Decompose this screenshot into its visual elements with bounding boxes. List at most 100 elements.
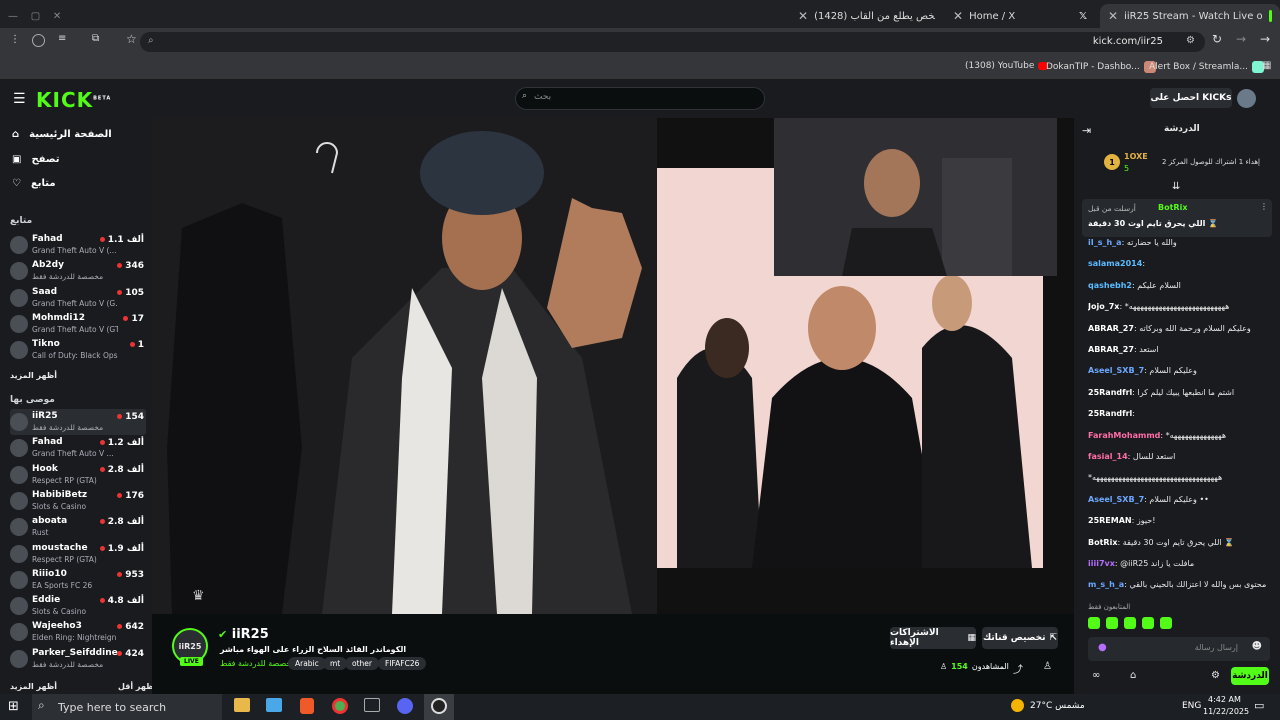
search-input[interactable]: ⌕ بحث — [515, 87, 765, 110]
extensions-icon[interactable]: ⧉ — [92, 33, 99, 44]
forward-icon[interactable]: → — [1236, 32, 1246, 46]
tag-fifafc26[interactable]: FIFAFC26 — [378, 657, 427, 670]
chat-username[interactable]: Jojo_7x — [1088, 302, 1119, 311]
user-avatar[interactable] — [1237, 89, 1256, 108]
chat-username[interactable]: Aseel_SXB_7 — [1088, 366, 1144, 375]
pinned-message[interactable]: أرسلت من قبل BotRix اللي يحرق تايم اوت 3… — [1082, 199, 1272, 237]
tab-x[interactable]: ✕ Home / X 𝕏 — [945, 4, 1095, 28]
nav-browse[interactable]: ▣ تصفح — [12, 154, 59, 165]
chat-message[interactable]: *ههههههههههههههههههههههههههههههههههه — [1088, 473, 1268, 482]
chevron-down-icon[interactable]: ⇊ — [1172, 181, 1180, 192]
menu-icon[interactable]: ⋮ — [10, 34, 20, 45]
kick-logo[interactable]: KICKBETA — [36, 88, 111, 112]
clock-time[interactable]: 4:42 AM — [1208, 695, 1241, 704]
show-more-following[interactable]: أظهر المزيد — [10, 371, 57, 380]
weather-text[interactable]: 27°C مشمس — [1030, 701, 1085, 711]
sidebar-channel-moustache[interactable]: moustache Respect RP (GTA) 1.9 ألف — [10, 541, 146, 567]
profile-icon[interactable] — [32, 34, 45, 47]
sidebar-channel-fahad[interactable]: Fahad Grand Theft Auto V (... 1.1 ألف — [10, 232, 146, 258]
chat-username[interactable]: BotRix — [1088, 538, 1117, 547]
file-explorer-icon[interactable] — [234, 698, 250, 712]
close-icon[interactable]: ✕ — [953, 9, 963, 23]
show-less-recommended[interactable]: أظهر أقل — [118, 682, 156, 691]
tag-arabic[interactable]: Arabic — [288, 657, 326, 670]
emote-bar[interactable] — [1088, 617, 1268, 633]
chat-username[interactable]: m_s_h_a — [1088, 580, 1124, 589]
settings-icon[interactable]: ⚙ — [1211, 670, 1220, 681]
chat-message[interactable]: ABRAR_27: استعد — [1088, 345, 1268, 354]
emote-icon[interactable] — [1088, 617, 1100, 629]
stream-category[interactable]: مخصصة للدردشة فقط — [220, 659, 296, 668]
sidebar-channel-eddie[interactable]: Eddie Slots & Casino 4.8 ألف — [10, 593, 146, 619]
sidebar-channel-riiio10[interactable]: Riiio10 EA Sports FC 26 953 — [10, 567, 146, 593]
sidebar-channel-ab2dy[interactable]: Ab2dy مخصصة للدردشة فقط 346 — [10, 258, 146, 284]
chat-username[interactable]: qashebh2 — [1088, 281, 1132, 290]
channel-name[interactable]: ✔ iiR25 — [218, 627, 269, 642]
site-settings-icon[interactable]: ⚙ — [1186, 35, 1195, 46]
chat-username[interactable]: 25Randfrl — [1088, 388, 1132, 397]
chat-send-button[interactable]: الدردشة — [1231, 667, 1269, 685]
reload-icon[interactable]: ↻ — [1212, 32, 1222, 46]
chat-message[interactable]: iI_s_h_a: والله يا حضارته — [1088, 238, 1268, 247]
bookmark-alertbox[interactable]: Alert Box / Streamla... — [1149, 61, 1264, 73]
chrome-icon[interactable] — [332, 698, 348, 714]
follow-icon[interactable]: ♙ — [1043, 661, 1052, 672]
chat-input[interactable]: إرسال رسالة ☻ ● — [1088, 637, 1270, 661]
chat-username[interactable]: iiii7vx — [1088, 559, 1115, 568]
store-icon[interactable] — [266, 698, 282, 712]
chat-message[interactable]: salama2014: — [1088, 259, 1268, 268]
chat-username[interactable]: fasial_14 — [1088, 452, 1128, 461]
video-player[interactable]: ♛ — [152, 118, 1074, 614]
all-bookmarks-icon[interactable]: ▦ — [1262, 60, 1271, 71]
back-icon[interactable]: → — [1260, 32, 1270, 46]
sidebar-channel-mohmdi12[interactable]: Mohmdi12 Grand Theft Auto V (GTA) 17 — [10, 311, 146, 337]
share-icon[interactable]: ⤴ — [1013, 661, 1023, 676]
nav-following[interactable]: ♡ متابع — [12, 178, 56, 189]
chat-username[interactable]: iI_s_h_a — [1088, 238, 1122, 247]
link-icon[interactable]: ∞ — [1092, 670, 1100, 681]
tag-mt[interactable]: mt — [323, 657, 348, 670]
chat-message[interactable]: Jojo_7x: *ههههههههههههههههههههههههههه — [1088, 302, 1268, 311]
emote-icon[interactable] — [1124, 617, 1136, 629]
close-icon[interactable]: ✕ — [1108, 9, 1118, 23]
bookmark-star-icon[interactable]: ☆ — [126, 32, 137, 46]
chat-username[interactable]: FarahMohammd — [1088, 431, 1160, 440]
close-icon[interactable]: ✕ — [798, 9, 808, 23]
notifications-icon[interactable]: ▭ — [1254, 699, 1264, 712]
chat-message[interactable]: Aseel_SXB_7: وعليكم السلام •• — [1088, 495, 1268, 504]
chat-username[interactable]: ABRAR_27 — [1088, 324, 1134, 333]
tab-youtube[interactable]: ✕ (1428) اخر شخص يطلع من القاب... — [790, 4, 935, 28]
bookmark-dokantip[interactable]: DokanTIP - Dashbo... — [1046, 61, 1156, 73]
tab-kick[interactable]: ✕ iiR25 Stream - Watch Live o — [1100, 4, 1280, 28]
emote-icon[interactable] — [1160, 617, 1172, 629]
language-indicator[interactable]: ENG — [1182, 701, 1201, 711]
collapse-chat-icon[interactable]: ⇥ — [1082, 124, 1091, 137]
sidebar-channel-fahad[interactable]: Fahad Grand Theft Auto V ... 1.2 ألف — [10, 435, 146, 461]
sidebar-channel-wajeeho3[interactable]: Wajeeho3 Elden Ring: Nightreign 642 — [10, 619, 146, 645]
start-icon[interactable]: ⊞ — [8, 699, 19, 714]
chat-message[interactable]: fasial_14: استعد للسال — [1088, 452, 1268, 461]
brave-icon[interactable] — [300, 698, 314, 714]
customize-channel-button[interactable]: تخصيص قناتك ⇱ — [982, 627, 1058, 649]
chat-message[interactable]: FarahMohammd: *ههههههههههههههه — [1088, 431, 1268, 440]
chat-message[interactable]: BotRix: اللي يحرق تايم اوت 30 دقيقة ⌛ — [1088, 538, 1268, 547]
gift-subs-button[interactable]: الاشتراكات الإهداء ▦ — [890, 627, 976, 649]
hamburger-icon[interactable]: ☰ — [13, 91, 26, 107]
top-kicks-name[interactable]: 1OXE — [1124, 152, 1148, 161]
app-icon[interactable] — [364, 698, 380, 712]
chat-message[interactable]: 25REMAN: حيوز! — [1088, 516, 1268, 525]
chat-username[interactable]: 25Randfrl — [1088, 409, 1132, 418]
chat-message[interactable]: Aseel_SXB_7: وعليكم السلام — [1088, 366, 1268, 375]
chat-username[interactable]: ABRAR_27 — [1088, 345, 1134, 354]
bookmark-youtube[interactable]: (1308) YouTube — [965, 61, 1049, 71]
sidebar-channel-parker_seifddine[interactable]: Parker_Seifddine مخصصة للدردشة فقط 424 — [10, 646, 146, 672]
chat-username[interactable]: 25REMAN — [1088, 516, 1132, 525]
mic-icon[interactable]: ● — [1098, 642, 1107, 653]
sidebar-channel-tikno[interactable]: Tikno Call of Duty: Black Ops 7 1 — [10, 337, 146, 363]
chat-message[interactable]: qashebh2: السلام عليكم — [1088, 281, 1268, 290]
chat-username[interactable]: Aseel_SXB_7 — [1088, 495, 1144, 504]
tag-other[interactable]: other — [345, 657, 379, 670]
clock-date[interactable]: 11/22/2025 — [1203, 707, 1249, 716]
sidebar-channel-saad[interactable]: Saad Grand Theft Auto V (G... 105 — [10, 285, 146, 311]
window-controls[interactable]: — ▢ ✕ — [0, 4, 100, 28]
